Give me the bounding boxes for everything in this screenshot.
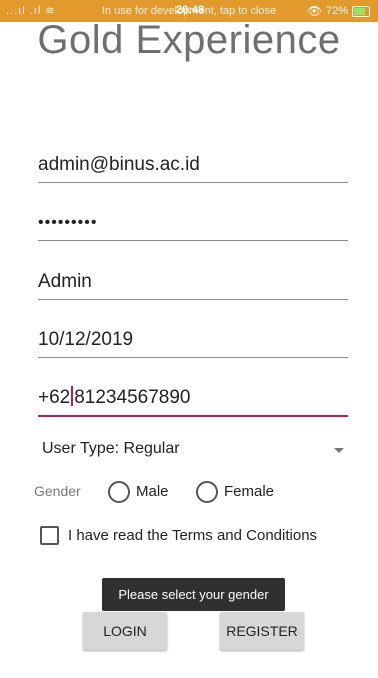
- battery-percent: 72%: [325, 5, 348, 17]
- password-field[interactable]: •••••••••: [38, 206, 348, 241]
- email-field[interactable]: admin@binus.ac.id: [38, 148, 348, 183]
- eye-icon: 👁: [306, 4, 322, 18]
- phone-number: 81234567890: [74, 387, 191, 408]
- dob-value: 10/12/2019: [38, 329, 134, 350]
- username-field[interactable]: Admin: [38, 265, 348, 300]
- phone-value: +62 81234567890: [38, 386, 190, 409]
- dropdown-arrow-icon: [334, 448, 344, 453]
- status-right: 👁 72%: [307, 4, 370, 18]
- female-radio[interactable]: [196, 481, 218, 503]
- female-label[interactable]: Female: [224, 483, 274, 500]
- clock: 20:48: [176, 4, 205, 16]
- login-button[interactable]: LOGIN: [83, 612, 167, 650]
- terms-checkbox[interactable]: [40, 526, 59, 545]
- gender-label: Gender: [34, 483, 81, 499]
- text-caret: [71, 386, 74, 406]
- phone-field[interactable]: +62 81234567890: [38, 381, 348, 417]
- toast-message: Please select your gender: [102, 578, 285, 611]
- register-button[interactable]: REGISTER: [220, 612, 304, 650]
- terms-label[interactable]: I have read the Terms and Conditions: [68, 527, 368, 544]
- user-type-spinner[interactable]: User Type: Regular: [42, 440, 348, 462]
- username-value: Admin: [38, 271, 92, 292]
- password-value: •••••••••: [38, 214, 98, 231]
- phone-prefix: +62: [38, 387, 71, 408]
- user-type-value: User Type: Regular: [42, 440, 180, 457]
- battery-icon: [352, 5, 370, 17]
- male-label[interactable]: Male: [136, 483, 169, 500]
- email-value: admin@binus.ac.id: [38, 154, 200, 175]
- page-title: Gold Experience: [37, 18, 341, 62]
- dob-field[interactable]: 10/12/2019: [38, 323, 348, 358]
- male-radio[interactable]: [108, 481, 130, 503]
